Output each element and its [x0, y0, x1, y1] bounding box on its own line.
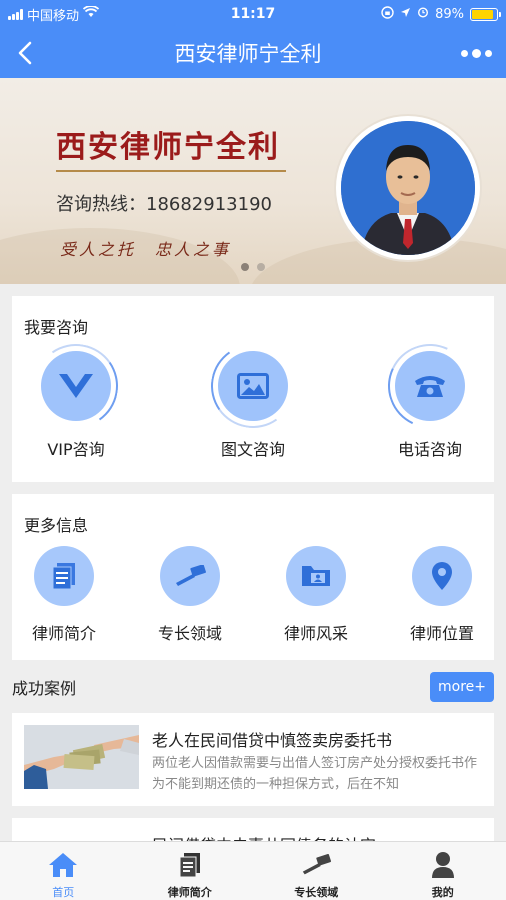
lawyer-portrait-icon — [341, 121, 475, 255]
chevron-left-icon — [18, 41, 32, 65]
user-icon — [431, 852, 454, 878]
tab-label: 首页 — [52, 886, 75, 899]
info-lawyer-location[interactable]: 律师位置 — [392, 546, 492, 644]
document-icon — [52, 563, 75, 590]
icon-arc — [27, 337, 125, 435]
consult-phone[interactable]: 电话咨询 — [376, 332, 484, 460]
info-lawyer-style[interactable]: 律师风采 — [266, 546, 366, 644]
banner-title: 西安律师宁全利 — [56, 130, 280, 165]
consult-label: VIP咨询 — [47, 440, 105, 459]
document-icon — [179, 853, 200, 878]
info-label: 律师简介 — [31, 624, 96, 643]
info-label: 律师风采 — [283, 624, 348, 643]
more-options-button[interactable] — [446, 28, 506, 78]
folder-profile-icon — [302, 566, 330, 586]
more-dot-icon — [460, 49, 468, 57]
battery-icon — [470, 7, 501, 21]
banner-hotline: 咨询热线：18682913190 — [56, 194, 272, 215]
gavel-icon — [176, 565, 206, 586]
carrier-label: 中国移动 — [27, 8, 80, 24]
tab-home[interactable]: 首页 — [0, 842, 127, 900]
more-info-heading: 更多信息 — [24, 516, 89, 535]
more-dot-icon — [471, 48, 481, 58]
consult-heading: 我要咨询 — [24, 318, 89, 337]
banner-divider — [56, 170, 286, 172]
case-description: 两位老人因借款需要与出借人签订房产处分授权委托书作为不能到期还债的一种担保方式，… — [152, 756, 478, 792]
page-title: 西安律师宁全利 — [174, 42, 322, 66]
wifi-icon — [82, 5, 100, 22]
info-lawyer-intro[interactable]: 律师简介 — [14, 546, 114, 644]
handshake-money-icon — [24, 725, 139, 789]
info-label: 律师位置 — [409, 624, 474, 643]
info-expertise[interactable]: 专长领域 — [140, 546, 240, 644]
alarm-icon — [417, 6, 429, 22]
consult-card: 我要咨询 VIP咨询 图文咨询 电话咨询 — [12, 296, 494, 482]
gavel-icon — [303, 854, 332, 875]
carousel-dot[interactable] — [257, 263, 265, 271]
case-title: 老人在民间借贷中慎签卖房委托书 — [152, 731, 393, 750]
carousel-dot[interactable] — [241, 263, 249, 271]
icon-arc — [204, 337, 302, 435]
consult-image-text[interactable]: 图文咨询 — [203, 337, 303, 460]
location-arrow-icon — [400, 7, 411, 22]
tab-expertise[interactable]: 专长领域 — [253, 842, 380, 900]
consult-label: 电话咨询 — [397, 440, 462, 459]
tab-lawyer-intro[interactable]: 律师简介 — [127, 842, 254, 900]
case-thumbnail — [24, 725, 139, 789]
signal-icon — [8, 8, 23, 20]
banner-slogan: 受人之托 忠人之事 — [60, 240, 232, 259]
tab-label: 我的 — [431, 886, 454, 899]
lawyer-photo — [336, 116, 480, 260]
cases-more-button[interactable]: more+ — [430, 672, 494, 702]
case-list-item[interactable]: 老人在民间借贷中慎签卖房委托书 两位老人因借款需要与出借人签订房产处分授权委托书… — [12, 713, 494, 806]
info-label: 专长领域 — [157, 624, 222, 643]
carousel-indicator — [0, 263, 506, 271]
tab-mine[interactable]: 我的 — [380, 842, 506, 900]
consult-label: 图文咨询 — [220, 440, 285, 459]
more-dot-icon — [484, 49, 492, 57]
status-bar: 中国移动 11:17 89% — [0, 0, 506, 28]
clock: 11:17 — [230, 6, 276, 22]
back-button[interactable] — [0, 28, 50, 78]
nav-bar: 西安律师宁全利 — [0, 28, 506, 78]
location-pin-icon — [432, 562, 452, 590]
cases-header: 成功案例 more+ — [12, 672, 494, 702]
banner-carousel[interactable]: 西安律师宁全利 咨询热线：18682913190 受人之托 忠人之事 — [0, 78, 506, 284]
battery-percent: 89% — [435, 6, 464, 22]
more-info-card: 更多信息 律师简介 专长领域 律师风采 律师位置 — [12, 494, 494, 660]
lock-rotation-icon — [381, 5, 394, 23]
home-icon — [49, 853, 78, 877]
tab-label: 专长领域 — [294, 886, 339, 899]
consult-vip[interactable]: VIP咨询 — [26, 337, 126, 460]
cases-heading: 成功案例 — [12, 679, 77, 698]
tab-bar: 首页 律师简介 专长领域 我的 — [0, 841, 506, 900]
tab-label: 律师简介 — [167, 886, 212, 899]
icon-arc — [376, 332, 484, 440]
